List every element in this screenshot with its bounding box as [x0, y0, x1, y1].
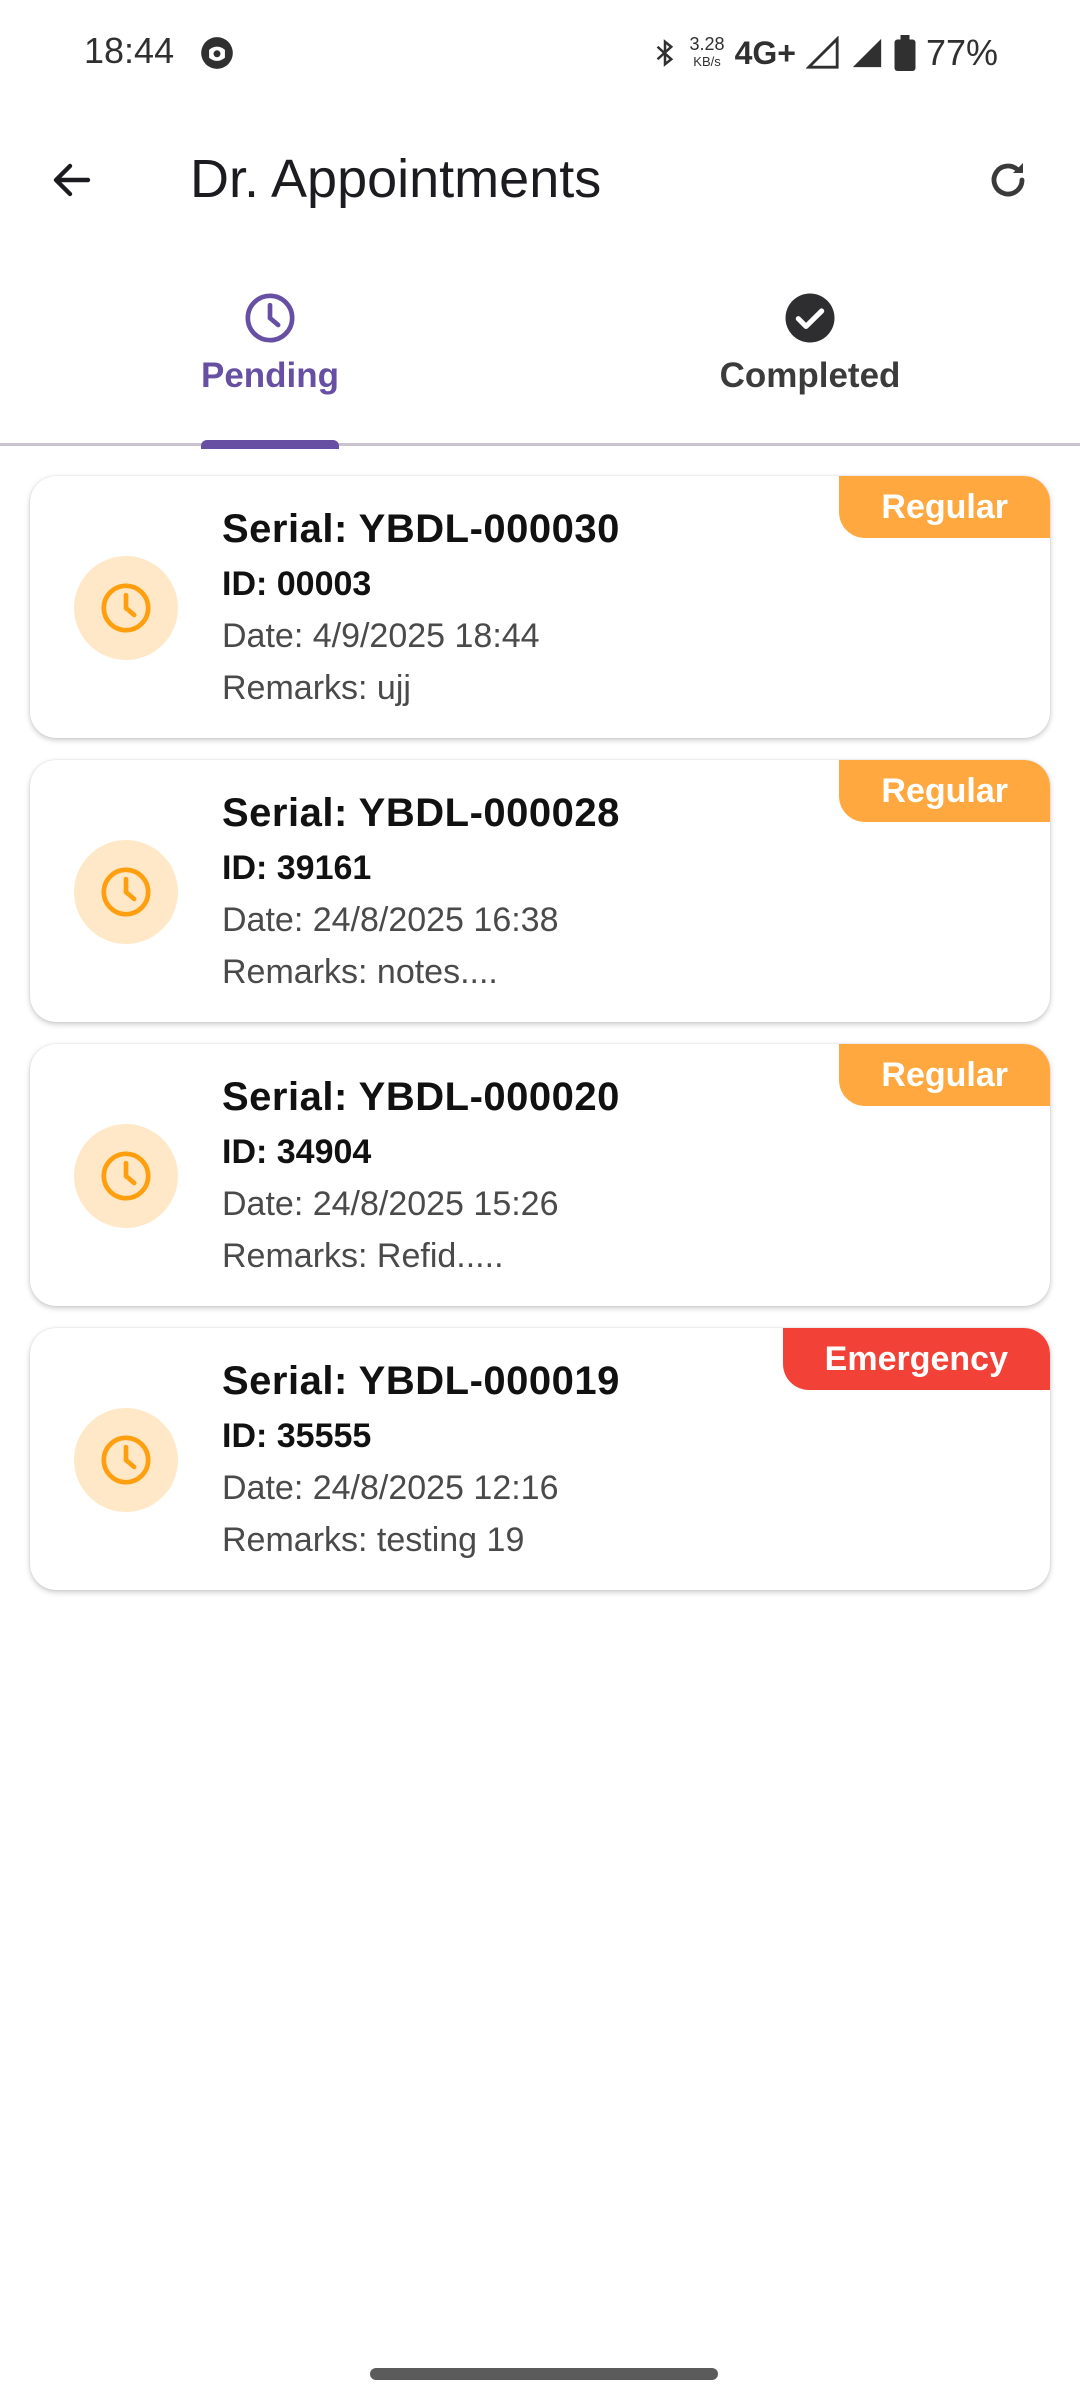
bluetooth-icon — [656, 39, 673, 67]
avatar — [74, 556, 178, 660]
appointment-id: ID: 39161 — [222, 849, 372, 887]
tab-label: Pending — [200, 356, 340, 395]
tab-indicator — [201, 440, 339, 449]
appointment-date: Date: 24/8/2025 15:26 — [222, 1185, 559, 1223]
speed-unit: KB/s — [693, 54, 721, 69]
appointment-serial: Serial: YBDL-000028 — [222, 791, 620, 835]
notification-app-icon — [201, 37, 233, 69]
appointment-id: ID: 34904 — [222, 1133, 372, 1171]
appointment-remarks: Remarks: Refid..... — [222, 1237, 504, 1275]
arrow-back-icon — [53, 163, 91, 197]
gesture-handle[interactable] — [370, 2368, 718, 2380]
clock-icon — [101, 1151, 151, 1201]
network-type: 4G+ — [734, 34, 796, 71]
tab-pending[interactable]: Pending — [0, 252, 540, 449]
appointment-serial: Serial: YBDL-000019 — [222, 1359, 620, 1403]
tab-label: Completed — [719, 356, 901, 395]
appointment-id: ID: 00003 — [222, 565, 372, 603]
priority-badge: Regular — [839, 476, 1050, 538]
refresh-button[interactable] — [972, 144, 1044, 216]
priority-badge: Emergency — [782, 1328, 1050, 1390]
appointment-serial: Serial: YBDL-000030 — [222, 507, 620, 551]
status-time: 18:44 — [84, 30, 175, 71]
appointment-card[interactable]: Serial: YBDL-000020 ID: 34904 Date: 24/8… — [30, 1044, 1050, 1306]
tab-completed[interactable]: Completed — [540, 252, 1080, 446]
appointment-card[interactable]: Serial: YBDL-000028 ID: 39161 Date: 24/8… — [30, 760, 1050, 1022]
tab-bar: Pending Completed — [0, 252, 1080, 449]
appointment-id: ID: 35555 — [222, 1417, 372, 1455]
appointment-card[interactable]: Serial: YBDL-000030 ID: 00003 Date: 4/9/… — [30, 476, 1050, 738]
refresh-icon — [991, 163, 1025, 197]
clock-icon — [245, 293, 295, 343]
priority-badge: Regular — [839, 760, 1050, 822]
signal-icon — [805, 36, 839, 69]
card-details: Serial: YBDL-000019 ID: 35555 Date: 24/8… — [222, 1352, 620, 1566]
clock-icon — [101, 583, 151, 633]
appointment-date: Date: 4/9/2025 18:44 — [222, 617, 540, 655]
status-bar: 18:44 3.28 KB/s 4G+ 77% — [0, 0, 1080, 108]
back-button[interactable] — [36, 144, 108, 216]
check-circle-icon — [785, 293, 835, 343]
clock-icon — [101, 867, 151, 917]
avatar — [74, 840, 178, 944]
avatar — [74, 1124, 178, 1228]
appointment-remarks: Remarks: notes.... — [222, 953, 498, 991]
appointment-remarks: Remarks: ujj — [222, 669, 411, 707]
card-details: Serial: YBDL-000030 ID: 00003 Date: 4/9/… — [222, 500, 620, 714]
page-title: Dr. Appointments — [190, 149, 602, 209]
speed-value: 3.28 — [689, 34, 725, 54]
appointment-remarks: Remarks: testing 19 — [222, 1521, 525, 1559]
network-speed: 3.28 KB/s — [690, 35, 725, 71]
appointment-card[interactable]: Serial: YBDL-000019 ID: 35555 Date: 24/8… — [30, 1328, 1050, 1590]
appointment-serial: Serial: YBDL-000020 — [222, 1075, 620, 1119]
app-bar: Dr. Appointments — [0, 108, 1080, 252]
appointment-date: Date: 24/8/2025 16:38 — [222, 901, 559, 939]
appointment-date: Date: 24/8/2025 12:16 — [222, 1469, 559, 1507]
card-details: Serial: YBDL-000020 ID: 34904 Date: 24/8… — [222, 1068, 620, 1282]
avatar — [74, 1408, 178, 1512]
priority-badge: Regular — [839, 1044, 1050, 1106]
card-details: Serial: YBDL-000028 ID: 39161 Date: 24/8… — [222, 784, 620, 998]
signal-icon — [852, 38, 882, 68]
appointment-list: Serial: YBDL-000030 ID: 00003 Date: 4/9/… — [30, 476, 1050, 1612]
clock-icon — [101, 1435, 151, 1485]
battery-icon — [894, 35, 916, 71]
battery-percent: 77% — [925, 32, 998, 73]
status-icons: 3.28 KB/s 4G+ 77% — [650, 28, 998, 78]
